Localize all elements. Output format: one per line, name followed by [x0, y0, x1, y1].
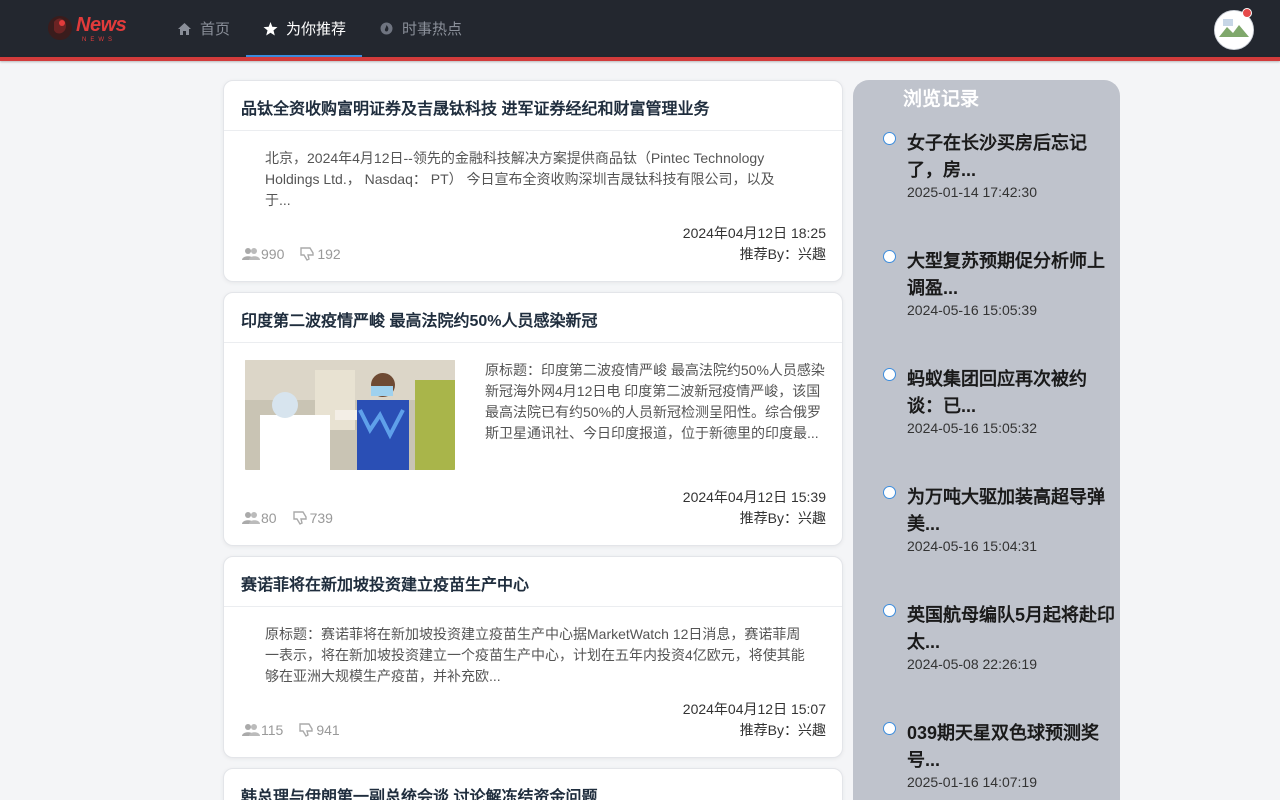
article-stats: 115 941	[242, 722, 356, 738]
article-stats: 80 739	[242, 510, 349, 526]
history-item-title[interactable]: 蚂蚁集团回应再次被约谈：已...	[907, 366, 1119, 420]
article-thumbnail[interactable]	[245, 360, 455, 470]
user-avatar[interactable]	[1214, 8, 1254, 50]
article-summary: 原标题：印度第二波疫情严峻 最高法院约50%人员感染新冠海外网4月12日电 印度…	[485, 362, 825, 441]
nav-item-home[interactable]: 首页	[160, 0, 246, 57]
article-title[interactable]: 品钛全资收购富明证券及吉晟钛科技 进军证券经纪和财富管理业务	[224, 81, 842, 131]
nav-item-recommend[interactable]: 为你推荐	[246, 0, 363, 58]
article-recommend-source: 推荐By：兴趣	[739, 722, 826, 738]
article-stats: 990 192	[242, 246, 357, 262]
history-item-time: 2024-05-16 15:04:31	[907, 538, 1037, 554]
dislike-count: 192	[317, 246, 341, 262]
dislike-count: 941	[316, 722, 340, 738]
top-navbar: News NEWS 首页 为你推荐 时事热点	[0, 0, 1280, 58]
timeline-dot-icon	[883, 368, 896, 381]
views-count: 80	[261, 510, 277, 526]
history-sidebar: 浏览记录 女子在长沙买房后忘记了，房... 2025-01-14 17:42:3…	[853, 80, 1120, 800]
article-card[interactable]: 品钛全资收购富明证券及吉晟钛科技 进军证券经纪和财富管理业务 北京，2024年4…	[223, 80, 843, 282]
history-item-time: 2024-05-16 15:05:32	[907, 420, 1037, 436]
views-stat[interactable]: 80	[242, 510, 277, 526]
article-card[interactable]: 赛诺菲将在新加坡投资建立疫苗生产中心 原标题：赛诺菲将在新加坡投资建立疫苗生产中…	[223, 556, 843, 758]
history-item-title[interactable]: 英国航母编队5月起将赴印太...	[907, 602, 1119, 656]
article-title[interactable]: 赛诺菲将在新加坡投资建立疫苗生产中心	[224, 557, 842, 607]
sidebar-title: 浏览记录	[903, 89, 980, 110]
home-icon	[176, 21, 192, 37]
article-summary: 北京，2024年4月12日--领先的金融科技解决方案提供商品钛（Pintec T…	[265, 150, 775, 208]
nav-item-label: 为你推荐	[286, 21, 347, 38]
vaccination-photo-icon	[245, 360, 455, 470]
notification-dot	[1242, 8, 1252, 18]
nav-item-hot[interactable]: 时事热点	[362, 0, 478, 57]
header-accent-line	[0, 57, 1280, 61]
article-title[interactable]: 印度第二波疫情严峻 最高法院约50%人员感染新冠	[224, 293, 842, 343]
logo-text: News	[76, 14, 127, 36]
history-item-time: 2024-05-08 22:26:19	[907, 656, 1037, 672]
logo-subtext: NEWS	[82, 37, 116, 43]
logo[interactable]: News NEWS	[46, 10, 136, 46]
users-icon	[242, 248, 260, 260]
timeline-dot-icon	[883, 486, 896, 499]
history-item-title[interactable]: 为万吨大驱加装高超导弹美...	[907, 484, 1119, 538]
history-item-time: 2025-01-16 14:07:19	[907, 774, 1037, 790]
nav-item-label: 首页	[200, 21, 231, 38]
history-item-title[interactable]: 大型复苏预期促分析师上调盈...	[907, 248, 1119, 302]
dislike-stat[interactable]: 192	[300, 246, 341, 262]
main-nav: 首页 为你推荐 时事热点	[160, 0, 478, 58]
views-stat[interactable]: 990	[242, 246, 284, 262]
dislike-stat[interactable]: 739	[292, 510, 333, 526]
timeline-dot-icon	[883, 604, 896, 617]
views-count: 115	[261, 722, 284, 738]
thumbs-down-icon	[292, 511, 307, 525]
history-item-time: 2024-05-16 15:05:39	[907, 302, 1037, 318]
article-date: 2024年04月12日 15:07	[682, 701, 826, 717]
article-date: 2024年04月12日 18:25	[682, 225, 826, 241]
star-icon	[262, 21, 278, 37]
timeline-dot-icon	[883, 132, 896, 145]
article-card[interactable]: 韩总理与伊朗第一副总统会谈 讨论解冻结资金问题	[223, 768, 843, 800]
views-stat[interactable]: 115	[242, 722, 283, 738]
nav-item-label: 时事热点	[402, 21, 463, 38]
timeline-dot-icon	[883, 250, 896, 263]
users-icon	[242, 724, 260, 736]
thumbs-down-icon	[300, 247, 315, 261]
dislike-stat[interactable]: 941	[299, 722, 340, 738]
logo-mark-icon	[48, 16, 72, 40]
users-icon	[242, 512, 260, 524]
history-item-title[interactable]: 039期天星双色球预测奖号...	[907, 720, 1119, 774]
timeline-dot-icon	[883, 722, 896, 735]
article-card[interactable]: 印度第二波疫情严峻 最高法院约50%人员感染新冠 原标题：印度第二波疫情严峻 最…	[223, 292, 843, 546]
article-recommend-source: 推荐By：兴趣	[739, 510, 826, 526]
fire-icon	[378, 21, 394, 37]
views-count: 990	[261, 246, 285, 262]
thumbs-down-icon	[299, 723, 314, 737]
article-title[interactable]: 韩总理与伊朗第一副总统会谈 讨论解冻结资金问题	[224, 769, 842, 800]
history-item-title[interactable]: 女子在长沙买房后忘记了，房...	[907, 130, 1119, 184]
article-date: 2024年04月12日 15:39	[682, 489, 826, 505]
history-item-time: 2025-01-14 17:42:30	[907, 184, 1037, 200]
article-recommend-source: 推荐By：兴趣	[739, 246, 826, 262]
article-summary: 原标题：赛诺菲将在新加坡投资建立疫苗生产中心据MarketWatch 12日消息…	[265, 626, 805, 684]
dislike-count: 739	[309, 510, 333, 526]
